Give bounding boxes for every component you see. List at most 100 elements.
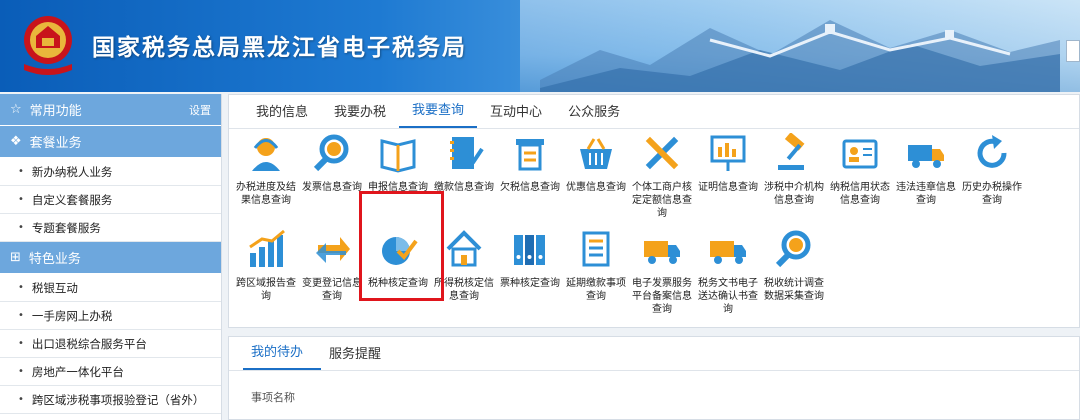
site-header: 国家税务总局黑龙江省电子税务局 [0,0,1080,92]
function-label: 跨区域报告查询 [236,278,296,302]
todo-panel: 我的待办 服务提醒 事项名称 [228,336,1080,420]
function-tile[interactable]: 申报信息查询 [365,133,431,194]
function-tile[interactable]: 票种核定查询 [497,229,563,290]
tab-do-tax[interactable]: 我要办税 [321,101,399,128]
grid-icon: ⊞ [10,250,21,265]
tab-query[interactable]: 我要查询 [399,99,478,128]
bullet-icon: • [18,282,24,293]
function-label: 个体工商户核定定额信息查询 [632,182,692,219]
sidebar-item[interactable]: • 跨区域涉税事项报验登记（省外） [0,386,221,414]
sidebar-item-label: 专题套餐服务 [31,220,101,235]
main-tabs: 我的信息 我要办税 我要查询 互动中心 公众服务 [229,95,1079,129]
function-tile[interactable]: 电子发票服务平台备案信息查询 [629,229,695,316]
open-book-icon [380,139,416,173]
sidebar-item-label: 自定义套餐服务 [31,192,113,207]
function-tile[interactable]: 缴款信息查询 [431,133,497,194]
sidebar-item[interactable]: • 专题套餐服务 [0,214,221,242]
sidebar-special-header[interactable]: ⊞ 特色业务 [0,242,221,274]
swap-arrows-icon [316,237,350,263]
house-icon [446,230,482,267]
sidebar-package-label: 套餐业务 [29,136,82,151]
tax-emblem-icon [24,16,72,75]
sidebar-settings-link[interactable]: 设置 [189,102,211,118]
function-tile[interactable]: 证明信息查询 [695,133,761,194]
truck-icon [908,145,944,168]
function-tile[interactable]: 违法违章信息查询 [893,133,959,207]
function-label: 发票信息查询 [302,182,362,193]
sidebar-item[interactable]: • 出口退税综合服务平台 [0,330,221,358]
tab-my-info[interactable]: 我的信息 [243,101,321,128]
function-tile[interactable]: 发票信息查询 [299,133,365,194]
function-label: 延期缴款事项查询 [566,278,626,302]
function-tile[interactable]: 个体工商户核定定额信息查询 [629,133,695,220]
function-label: 电子发票服务平台备案信息查询 [632,278,692,315]
delivery-truck-icon [644,241,680,264]
function-label: 纳税信用状态信息查询 [830,182,890,206]
bullet-icon: • [18,222,24,233]
sidebar-item[interactable]: • 税银互动 [0,274,221,302]
highlight-box [359,191,444,301]
bullet-icon: • [18,366,24,377]
sidebar-special-label: 特色业务 [28,252,81,267]
bar-chart-icon [249,229,285,267]
function-label: 违法违章信息查询 [896,182,956,206]
query-panel: 我的信息 我要办税 我要查询 互动中心 公众服务 办税进度及结果信息查询 发票信… [228,94,1080,328]
sidebar-item[interactable]: • 新办纳税人业务 [0,158,221,186]
delivery-truck-2-icon [710,241,746,264]
todo-tabs: 我的待办 服务提醒 [229,337,1079,371]
gavel-icon [778,133,805,170]
great-wall-banner [540,20,1060,92]
header-edge-button[interactable] [1066,40,1080,62]
star-icon: ☆ [10,102,22,117]
column-header-item-name: 事项名称 [251,391,295,404]
function-tile[interactable]: 延期缴款事项查询 [563,229,629,303]
tab-service-reminder[interactable]: 服务提醒 [321,343,399,370]
function-tile[interactable]: 优惠信息查询 [563,133,629,194]
shopping-basket-icon [580,138,612,169]
function-label: 变更登记信息查询 [302,278,362,302]
function-label: 税务文书电子送达确认书查询 [698,278,758,315]
bullet-icon: • [18,394,24,405]
function-label: 涉税中介机构信息查询 [764,182,824,206]
function-tile[interactable]: 税收统计调查数据采集查询 [761,229,827,303]
function-label: 税收统计调查数据采集查询 [764,278,824,302]
document-list-icon [582,231,610,267]
function-label: 优惠信息查询 [566,182,626,193]
presentation-board-icon [710,135,746,171]
function-label: 票种核定查询 [500,278,560,289]
function-tile[interactable]: 办税进度及结果信息查询 [233,133,299,207]
function-label: 办税进度及结果信息查询 [236,182,296,206]
function-tile[interactable]: 历史办税操作查询 [959,133,1025,207]
sidebar-item[interactable]: • 自定义套餐服务 [0,186,221,214]
function-label: 欠税信息查询 [500,182,560,193]
binders-icon [514,235,545,265]
bullet-icon: • [18,194,24,205]
tab-my-todo[interactable]: 我的待办 [243,341,322,370]
sidebar-item[interactable]: • 房地产一体化平台 [0,358,221,386]
bullet-icon: • [18,310,24,321]
function-tile[interactable]: 欠税信息查询 [497,133,563,194]
function-tile[interactable]: 纳税信用状态信息查询 [827,133,893,207]
function-tile[interactable]: 变更登记信息查询 [299,229,365,303]
function-tile[interactable]: 税务文书电子送达确认书查询 [695,229,761,316]
site-title: 国家税务总局黑龙江省电子税务局 [92,35,467,61]
magnifier-icon [313,134,349,172]
sidebar-item[interactable]: • 一手房网上办税 [0,302,221,330]
tab-public-service[interactable]: 公众服务 [555,101,633,128]
search-stats-icon [775,230,811,268]
id-card-icon [842,139,878,169]
sidebar-item-label: 跨区域涉税事项报验登记（省外） [31,392,205,407]
sidebar-package-header[interactable]: ❖ 套餐业务 [0,126,221,158]
receipt-icon [516,139,544,171]
bullet-icon: • [18,338,24,349]
sidebar-item-label: 出口退税综合服务平台 [31,336,147,351]
notebook-check-icon [450,137,484,169]
sidebar-item-label: 税银互动 [31,280,78,295]
function-tile[interactable]: 涉税中介机构信息查询 [761,133,827,207]
tab-interaction[interactable]: 互动中心 [477,101,555,128]
function-tile[interactable]: 跨区域报告查询 [233,229,299,303]
sidebar-item-label: 一手房网上办税 [31,308,113,323]
function-label: 证明信息查询 [698,182,758,193]
layers-icon: ❖ [10,134,22,149]
sidebar-common-header[interactable]: ☆ 常用功能 设置 [0,94,221,126]
